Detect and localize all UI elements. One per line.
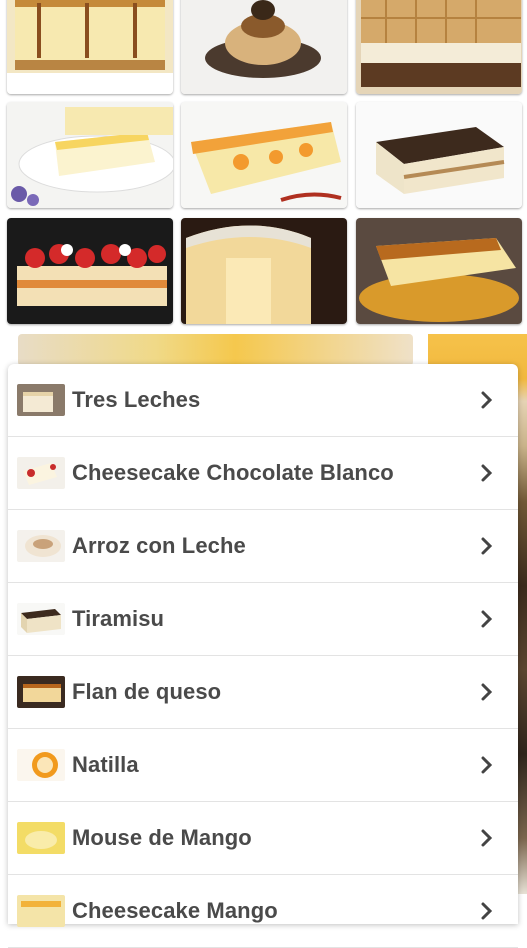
natilla-thumbnail: [17, 749, 65, 781]
photo-cheesecake-tile[interactable]: [7, 0, 173, 94]
cheesecake-chocolate-blanco-thumbnail: [17, 457, 65, 489]
recipe-item-cheesecake-mango[interactable]: Cheesecake Mango: [8, 875, 518, 948]
photo-flan-tile[interactable]: [356, 218, 522, 324]
photo-strawberry-cake-tile[interactable]: [7, 218, 173, 324]
chevron-right-icon: [472, 531, 502, 561]
photo-peach-cake-tile[interactable]: [181, 102, 347, 208]
recipe-item-cheesecake-chocolate-blanco[interactable]: Cheesecake Chocolate Blanco: [8, 437, 518, 510]
chevron-right-icon: [472, 458, 502, 488]
chevron-right-icon: [472, 604, 502, 634]
chevron-right-icon: [472, 823, 502, 853]
chevron-right-icon: [472, 385, 502, 415]
tiramisu-thumbnail: [17, 603, 65, 635]
recipe-list-panel: Tres Leches Cheesecake Chocolate Blanco …: [8, 364, 518, 948]
chevron-right-icon: [472, 896, 502, 926]
recipe-item-label: Cheesecake Mango: [72, 898, 278, 923]
recipe-item-natilla[interactable]: Natilla: [8, 729, 518, 802]
chevron-right-icon: [472, 750, 502, 780]
recipe-item-label: Natilla: [72, 752, 139, 777]
photo-biscuit-layer-tile[interactable]: [356, 0, 522, 94]
photo-lemon-cheesecake-tile[interactable]: [7, 102, 173, 208]
dessert-photo-grid: [0, 0, 527, 335]
photo-sponge-cake-tile[interactable]: [181, 218, 347, 324]
recipe-item-arroz-con-leche[interactable]: Arroz con Leche: [8, 510, 518, 583]
photo-profiterole-tile[interactable]: [181, 0, 347, 94]
arroz-con-leche-thumbnail: [17, 530, 65, 562]
photo-tiramisu-tile[interactable]: [356, 102, 522, 208]
recipe-item-label: Arroz con Leche: [72, 533, 246, 558]
recipe-item-label: Flan de queso: [72, 679, 222, 704]
mouse-de-mango-thumbnail: [17, 822, 65, 854]
recipe-item-label: Tiramisu: [72, 606, 165, 631]
background-photo: [18, 334, 413, 366]
recipe-item-flan-de-queso[interactable]: Flan de queso: [8, 656, 518, 729]
recipe-item-mouse-de-mango[interactable]: Mouse de Mango: [8, 802, 518, 875]
recipe-item-label: Tres Leches: [72, 387, 201, 412]
recipe-item-label: Mouse de Mango: [72, 825, 252, 850]
recipe-item-tres-leches[interactable]: Tres Leches: [8, 364, 518, 437]
recipe-item-label: Cheesecake Chocolate Blanco: [72, 460, 394, 485]
recipe-item-tiramisu[interactable]: Tiramisu: [8, 583, 518, 656]
chevron-right-icon: [472, 677, 502, 707]
tres-leches-thumbnail: [17, 384, 65, 416]
flan-de-queso-thumbnail: [17, 676, 65, 708]
